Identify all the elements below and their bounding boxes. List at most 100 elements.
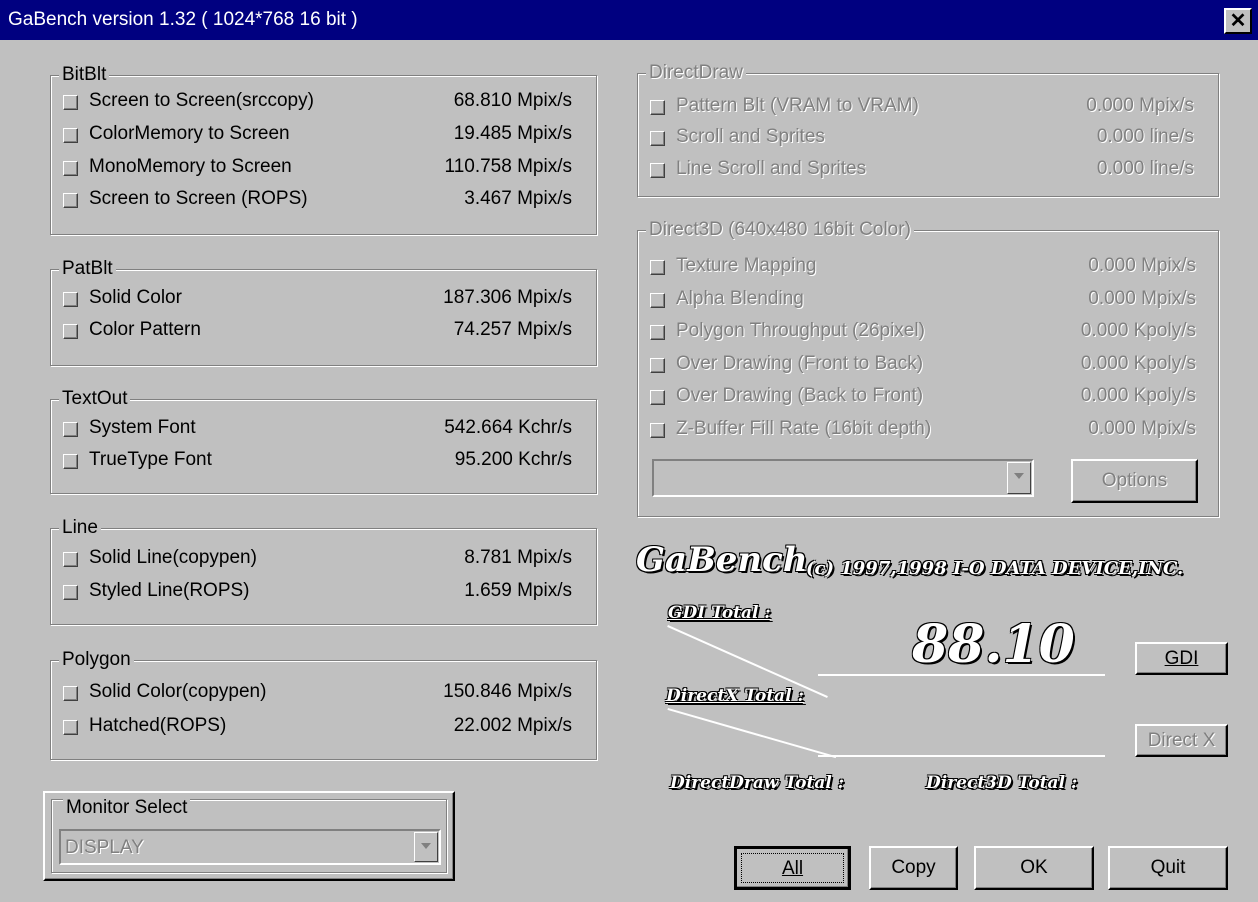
checkbox[interactable] (63, 686, 78, 701)
options-button[interactable]: Options (1071, 459, 1198, 503)
direct3d-device-dropdown[interactable] (652, 459, 1034, 497)
patblt-row-1[interactable]: Color Pattern 74.257 Mpix/s (63, 317, 572, 345)
bitblt-row-3[interactable]: Screen to Screen (ROPS) 3.467 Mpix/s (63, 186, 572, 214)
directdraw-row-2[interactable]: Line Scroll and Sprites 0.000 line/s (650, 156, 1194, 184)
monitor-select-dropdown[interactable]: DISPLAY (59, 829, 441, 865)
directx-underline (818, 755, 1105, 757)
directx-pointer-line (667, 708, 837, 759)
directdraw-row-0[interactable]: Pattern Blt (VRAM to VRAM) 0.000 Mpix/s (650, 93, 1194, 121)
checkbox[interactable] (63, 324, 78, 339)
quit-button[interactable]: Quit (1108, 846, 1228, 890)
chevron-down-icon[interactable] (1007, 462, 1031, 494)
patblt-group: PatBlt Solid Color 187.306 Mpix/s Color P… (50, 258, 597, 366)
test-label: Pattern Blt (VRAM to VRAM) (676, 95, 919, 116)
test-label: Screen to Screen(srccopy) (89, 90, 314, 111)
bitblt-row-0[interactable]: Screen to Screen(srccopy) 68.810 Mpix/s (63, 88, 572, 116)
direct3d-row-5[interactable]: Z-Buffer Fill Rate (16bit depth) 0.000 Mp… (650, 416, 1196, 444)
title-bar[interactable]: GaBench version 1.32 ( 1024*768 16 bit )… (0, 0, 1258, 40)
gdi-underline (818, 674, 1105, 676)
checkbox[interactable] (63, 193, 78, 208)
checkbox[interactable] (63, 422, 78, 437)
checkbox[interactable] (650, 163, 665, 178)
monitor-select-group: Monitor Select DISPLAY (43, 791, 455, 881)
checkbox[interactable] (650, 100, 665, 115)
direct3d-row-1[interactable]: Alpha Blending 0.000 Mpix/s (650, 286, 1196, 314)
test-value: 8.781 Mpix/s (464, 547, 572, 568)
direct3d-row-2[interactable]: Polygon Throughput (26pixel) 0.000 Kpoly/… (650, 318, 1196, 346)
checkbox[interactable] (63, 161, 78, 176)
test-label: Hatched(ROPS) (89, 715, 227, 736)
test-value: 0.000 line/s (1096, 158, 1194, 179)
bitblt-row-1[interactable]: ColorMemory to Screen 19.485 Mpix/s (63, 121, 572, 149)
direct3d-row-0[interactable]: Texture Mapping 0.000 Mpix/s (650, 253, 1196, 281)
test-label: Alpha Blending (676, 288, 804, 309)
checkbox[interactable] (63, 128, 78, 143)
copyright-text: (c) 1997,1998 I-O DATA DEVICE,INC. (806, 558, 1184, 579)
bitblt-title: BitBlt (59, 64, 110, 86)
checkbox[interactable] (63, 552, 78, 567)
patblt-title: PatBlt (59, 258, 116, 280)
bitblt-group: BitBlt Screen to Screen(srccopy) 68.810 M… (50, 64, 597, 235)
test-value: 110.758 Mpix/s (444, 156, 572, 177)
textout-title: TextOut (59, 388, 131, 410)
test-value: 19.485 Mpix/s (453, 123, 572, 144)
gdi-total-value: 88.10 (912, 614, 1075, 675)
test-label: Scroll and Sprites (676, 126, 825, 147)
line-row-0[interactable]: Solid Line(copypen) 8.781 Mpix/s (63, 545, 572, 573)
direct3d-row-3[interactable]: Over Drawing (Front to Back) 0.000 Kpoly/… (650, 351, 1196, 379)
all-button[interactable]: All (734, 846, 851, 890)
monitor-select-title: Monitor Select (63, 797, 191, 819)
test-value: 68.810 Mpix/s (453, 90, 572, 111)
test-label: Over Drawing (Front to Back) (676, 353, 924, 374)
polygon-row-1[interactable]: Hatched(ROPS) 22.002 Mpix/s (63, 713, 572, 741)
test-value: 1.659 Mpix/s (464, 580, 572, 601)
directdraw-row-1[interactable]: Scroll and Sprites 0.000 line/s (650, 124, 1194, 152)
checkbox[interactable] (63, 95, 78, 110)
close-button[interactable]: ✕ (1224, 8, 1252, 34)
copy-button[interactable]: Copy (869, 846, 958, 890)
directdraw-group: DirectDraw Pattern Blt (VRAM to VRAM) 0.0… (637, 62, 1219, 197)
test-label: Polygon Throughput (26pixel) (676, 320, 925, 341)
checkbox[interactable] (63, 585, 78, 600)
test-label: Screen to Screen (ROPS) (89, 188, 308, 209)
line-title: Line (59, 517, 101, 539)
textout-row-0[interactable]: System Font 542.664 Kchr/s (63, 415, 572, 443)
test-label: MonoMemory to Screen (89, 156, 292, 177)
test-label: System Font (89, 417, 196, 438)
test-value: 0.000 Mpix/s (1088, 255, 1196, 276)
ok-button[interactable]: OK (974, 846, 1094, 890)
test-value: 187.306 Mpix/s (443, 287, 572, 308)
bitblt-row-2[interactable]: MonoMemory to Screen 110.758 Mpix/s (63, 154, 572, 182)
directx-button[interactable]: Direct X (1135, 724, 1228, 757)
direct3d-group: Direct3D (640x480 16bit Color) Texture M… (637, 219, 1219, 517)
line-row-1[interactable]: Styled Line(ROPS) 1.659 Mpix/s (63, 578, 572, 606)
test-value: 0.000 Mpix/s (1088, 418, 1196, 439)
patblt-row-0[interactable]: Solid Color 187.306 Mpix/s (63, 285, 572, 313)
checkbox[interactable] (650, 325, 665, 340)
checkbox[interactable] (63, 720, 78, 735)
textout-row-1[interactable]: TrueType Font 95.200 Kchr/s (63, 447, 572, 475)
monitor-select-value: DISPLAY (65, 837, 144, 858)
checkbox[interactable] (650, 358, 665, 373)
direct3d-row-4[interactable]: Over Drawing (Back to Front) 0.000 Kpoly/… (650, 383, 1196, 411)
directx-total-label: DirectX Total : (666, 686, 804, 706)
test-value: 0.000 Kpoly/s (1080, 353, 1196, 374)
checkbox[interactable] (650, 390, 665, 405)
gdi-button[interactable]: GDI (1135, 642, 1228, 675)
quit-button-label: Quit (1150, 857, 1186, 878)
checkbox[interactable] (63, 292, 78, 307)
test-label: Texture Mapping (676, 255, 817, 276)
polygon-row-0[interactable]: Solid Color(copypen) 150.846 Mpix/s (63, 679, 572, 707)
checkbox[interactable] (650, 260, 665, 275)
gdi-total-label: GDI Total : (668, 603, 771, 623)
line-group: Line Solid Line(copypen) 8.781 Mpix/s Sty… (50, 517, 597, 625)
checkbox[interactable] (63, 454, 78, 469)
polygon-group: Polygon Solid Color(copypen) 150.846 Mpix… (50, 649, 597, 760)
checkbox[interactable] (650, 131, 665, 146)
test-label: Solid Color(copypen) (89, 681, 267, 702)
chevron-down-icon[interactable] (414, 832, 438, 862)
textout-group: TextOut System Font 542.664 Kchr/s TrueTy… (50, 388, 597, 494)
checkbox[interactable] (650, 423, 665, 438)
polygon-title: Polygon (59, 649, 134, 671)
checkbox[interactable] (650, 293, 665, 308)
